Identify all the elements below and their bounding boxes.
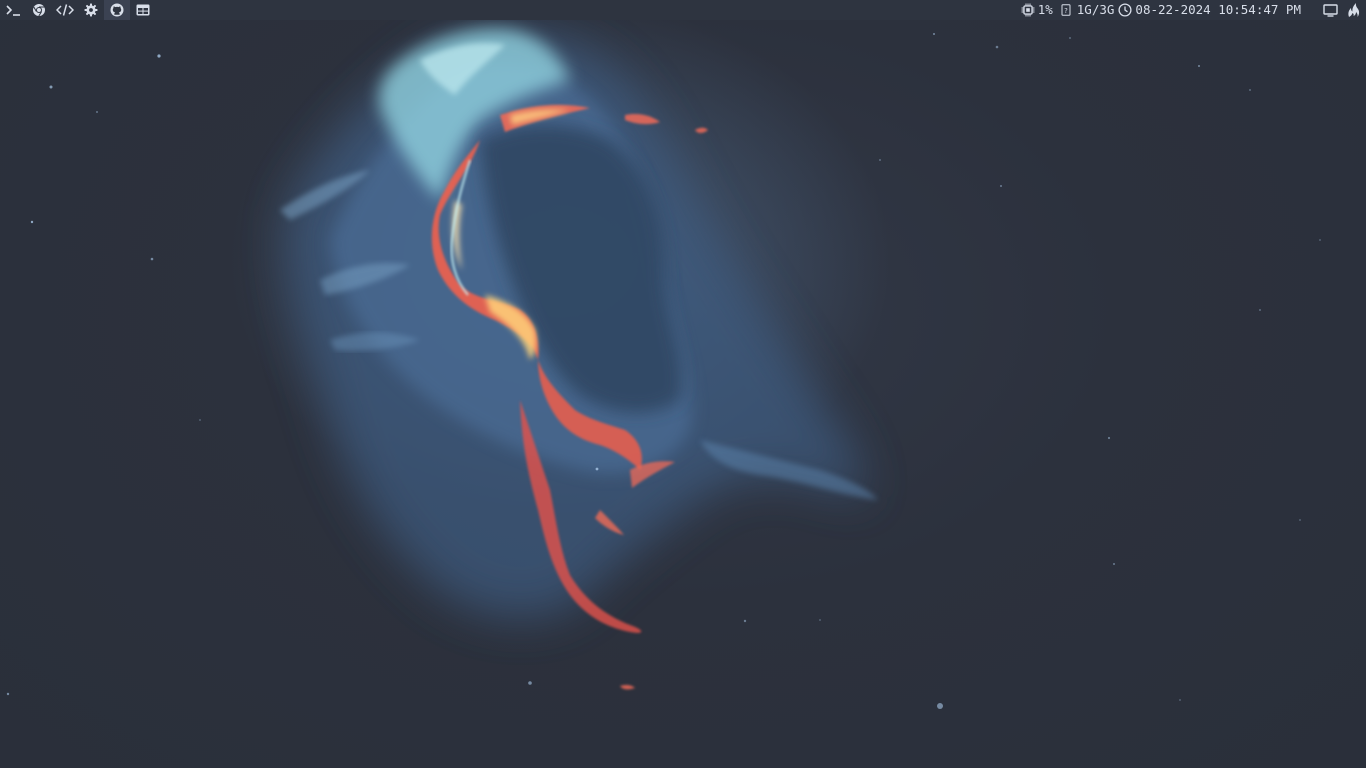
code-launcher[interactable]: [52, 0, 78, 20]
code-icon: [56, 4, 74, 16]
svg-text:?: ?: [1064, 7, 1068, 15]
layout-icon: [136, 4, 150, 16]
terminal-launcher[interactable]: [0, 0, 26, 20]
terminal-icon: [6, 5, 20, 16]
github-launcher[interactable]: [104, 0, 130, 20]
system-tray: [1315, 2, 1362, 18]
memory-usage: ? 1G/3G: [1061, 0, 1115, 20]
nebula-wallpaper: [6, 0, 1321, 709]
settings-launcher[interactable]: [78, 0, 104, 20]
top-bar: 1% ? 1G/3G 08-22-2024 10:54:47 PM: [0, 0, 1366, 20]
memory-value: 1G/3G: [1076, 2, 1115, 17]
cpu-usage: 1%: [1021, 0, 1053, 20]
memory-icon: ?: [1061, 4, 1071, 16]
gear-icon: [84, 3, 98, 17]
clock[interactable]: 08-22-2024 10:54:47 PM: [1118, 0, 1301, 20]
flame-tray-item[interactable]: [1346, 2, 1362, 18]
cpu-value: 1%: [1037, 2, 1053, 17]
clock-icon: [1118, 3, 1132, 17]
display-icon: [1323, 3, 1338, 17]
github-icon: [110, 3, 124, 17]
clock-value: 08-22-2024 10:54:47 PM: [1135, 2, 1301, 17]
desktop: 1% ? 1G/3G 08-22-2024 10:54:47 PM: [0, 0, 1366, 768]
launcher-group: [0, 0, 156, 20]
flame-icon: [1348, 3, 1360, 17]
layout-launcher[interactable]: [130, 0, 156, 20]
chrome-icon: [33, 4, 45, 17]
cpu-icon: [1021, 3, 1035, 17]
status-area: 1% ? 1G/3G 08-22-2024 10:54:47 PM: [1017, 0, 1366, 20]
chrome-launcher[interactable]: [26, 0, 52, 20]
display-tray-item[interactable]: [1323, 3, 1338, 17]
